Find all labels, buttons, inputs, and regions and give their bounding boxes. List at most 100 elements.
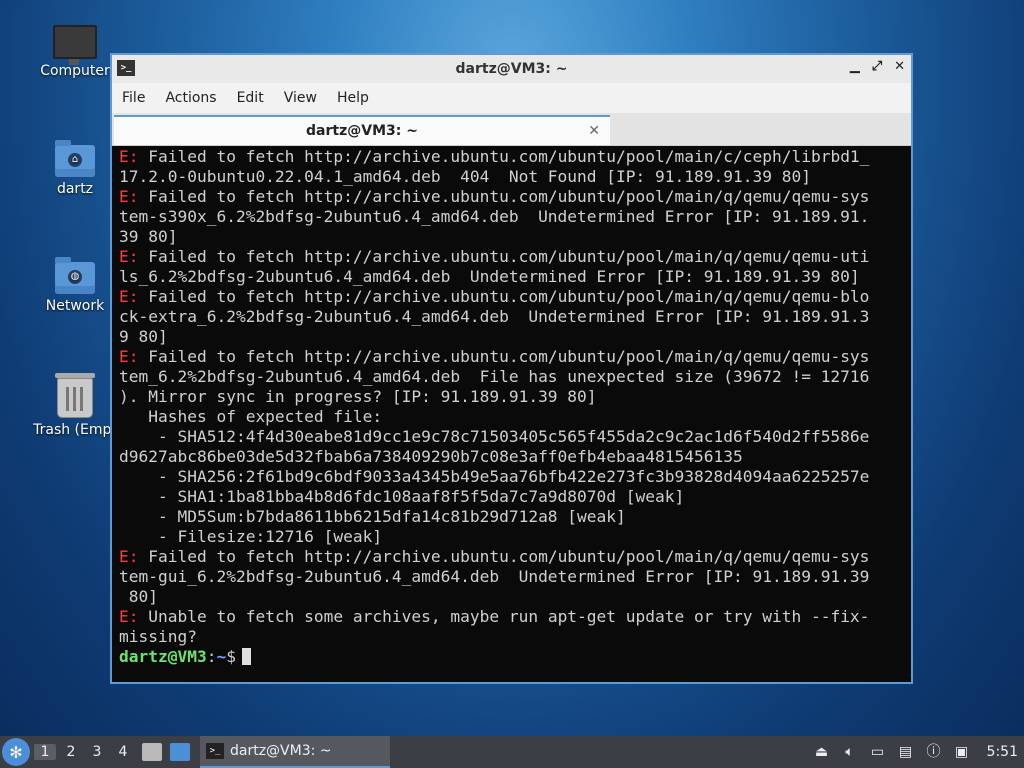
display-icon[interactable]: ▣ — [953, 743, 971, 761]
terminal-line: tem-s390x_6.2%2bdfsg-2ubuntu6.4_amd64.de… — [119, 207, 907, 227]
workspace-4[interactable]: 4 — [112, 744, 134, 760]
terminal-line-text: ls_6.2%2bdfsg-2ubuntu6.4_amd64.deb Undet… — [119, 267, 860, 286]
terminal-line: E: Unable to fetch some archives, maybe … — [119, 607, 907, 627]
text-cursor — [241, 648, 251, 665]
window-title: dartz@VM3: ~ — [455, 61, 568, 77]
terminal-line: - SHA512:4f4d30eabe81d9cc1e9c78c71503405… — [119, 427, 907, 447]
system-tray: ⏏ 🔈︎ ▭ ▤ ⓘ ▣ 5:51 — [813, 736, 1018, 768]
terminal-line-text: - SHA512:4f4d30eabe81d9cc1e9c78c71503405… — [119, 427, 870, 446]
home-folder-icon: ⌂ — [55, 140, 95, 177]
terminal-line-text: - Filesize:12716 [weak] — [119, 527, 383, 546]
terminal-line-text: tem-gui_6.2%2bdfsg-2ubuntu6.4_amd64.deb … — [119, 567, 870, 586]
terminal-line: E: Failed to fetch http://archive.ubuntu… — [119, 147, 907, 167]
tab-close-icon[interactable]: ✕ — [588, 123, 600, 139]
terminal-line: 80] — [119, 587, 907, 607]
terminal-line-text: ). Mirror sync in progress? [IP: 91.189.… — [119, 387, 597, 406]
terminal-line: E: Failed to fetch http://archive.ubuntu… — [119, 187, 907, 207]
workspace-3[interactable]: 3 — [86, 744, 108, 760]
computer-icon — [53, 25, 97, 65]
terminal-line-text: - MD5Sum:b7bda8611bb6215dfa14c81b29d712a… — [119, 507, 626, 526]
workspace-1[interactable]: 1 — [34, 744, 56, 760]
workspace-2[interactable]: 2 — [60, 744, 82, 760]
terminal-app-icon[interactable]: >_ — [117, 60, 135, 76]
clipboard-icon[interactable]: ▤ — [897, 743, 915, 761]
menu-actions[interactable]: Actions — [165, 90, 216, 106]
terminal-line: Hashes of expected file: — [119, 407, 907, 427]
menu-bar: File Actions Edit View Help — [112, 83, 911, 113]
network-folder-icon: ◍ — [55, 257, 95, 294]
error-prefix: E: — [119, 607, 139, 626]
network-icon[interactable]: ▭ — [869, 743, 887, 761]
show-desktop-icon[interactable] — [170, 743, 190, 761]
menu-file[interactable]: File — [122, 90, 145, 106]
terminal-line-text: - SHA256:2f61bd9c6bdf9033a4345b49e5aa76b… — [119, 467, 870, 486]
terminal-line: ck-extra_6.2%2bdfsg-2ubuntu6.4_amd64.deb… — [119, 307, 907, 327]
minimize-icon[interactable]: ▁ — [850, 59, 860, 74]
terminal-line: 9 80] — [119, 327, 907, 347]
maximize-icon[interactable]: ⤢ — [872, 59, 882, 74]
terminal-line: ls_6.2%2bdfsg-2ubuntu6.4_amd64.deb Undet… — [119, 267, 907, 287]
terminal-line: 39 80] — [119, 227, 907, 247]
menu-view[interactable]: View — [284, 90, 317, 106]
trash-icon — [55, 373, 95, 418]
prompt-symbol: $ — [226, 647, 236, 666]
terminal-output[interactable]: E: Failed to fetch http://archive.ubuntu… — [115, 147, 911, 682]
tab-terminal[interactable]: dartz@VM3: ~ ✕ — [114, 115, 610, 145]
terminal-line: - MD5Sum:b7bda8611bb6215dfa14c81b29d712a… — [119, 507, 907, 527]
terminal-line: - SHA256:2f61bd9c6bdf9033a4345b49e5aa76b… — [119, 467, 907, 487]
terminal-line-text: Failed to fetch http://archive.ubuntu.co… — [138, 247, 870, 266]
terminal-line: 17.2.0-0ubuntu0.22.04.1_amd64.deb 404 No… — [119, 167, 907, 187]
menu-edit[interactable]: Edit — [237, 90, 264, 106]
taskbar: ✻ 1 2 3 4 >_ dartz@VM3: ~ ⏏ 🔈︎ ▭ ▤ ⓘ ▣ 5… — [0, 736, 1024, 768]
taskbar-item-terminal[interactable]: >_ dartz@VM3: ~ — [200, 736, 390, 768]
error-prefix: E: — [119, 347, 139, 366]
terminal-line: d9627abc86be03de5d32fbab6a738409290b7c08… — [119, 447, 907, 467]
tab-title: dartz@VM3: ~ — [306, 123, 418, 139]
error-prefix: E: — [119, 187, 139, 206]
terminal-line-text: - SHA1:1ba81bba4b8d6fdc108aaf8f5f5da7c7a… — [119, 487, 685, 506]
terminal-line: E: Failed to fetch http://archive.ubuntu… — [119, 247, 907, 267]
terminal-line: E: Failed to fetch http://archive.ubuntu… — [119, 287, 907, 307]
terminal-line-text: d9627abc86be03de5d32fbab6a738409290b7c08… — [119, 447, 743, 466]
terminal-line-text: 17.2.0-0ubuntu0.22.04.1_amd64.deb 404 No… — [119, 167, 811, 186]
menu-help[interactable]: Help — [337, 90, 369, 106]
tab-bar: dartz@VM3: ~ ✕ — [112, 113, 911, 146]
volume-icon[interactable]: 🔈︎ — [841, 743, 859, 761]
terminal-line-text: Failed to fetch http://archive.ubuntu.co… — [138, 287, 870, 306]
error-prefix: E: — [119, 287, 139, 306]
terminal-line-text: 80] — [119, 587, 158, 606]
terminal-line: tem_6.2%2bdfsg-2ubuntu6.4_amd64.deb File… — [119, 367, 907, 387]
terminal-line-text: missing? — [119, 627, 197, 646]
terminal-line-text: Failed to fetch http://archive.ubuntu.co… — [138, 547, 870, 566]
prompt-separator: : — [206, 647, 217, 666]
terminal-line: E: Failed to fetch http://archive.ubuntu… — [119, 547, 907, 567]
terminal-line-text: 39 80] — [119, 227, 178, 246]
shell-prompt[interactable]: dartz@VM3:~$ — [119, 647, 907, 667]
taskbar-item-label: dartz@VM3: ~ — [230, 743, 332, 759]
terminal-line: tem-gui_6.2%2bdfsg-2ubuntu6.4_amd64.deb … — [119, 567, 907, 587]
eject-icon[interactable]: ⏏ — [813, 743, 831, 761]
terminal-line-text: 9 80] — [119, 327, 168, 346]
start-menu-icon[interactable]: ✻ — [2, 738, 30, 766]
terminal-line-text: Failed to fetch http://archive.ubuntu.co… — [138, 147, 870, 166]
notification-icon[interactable]: ⓘ — [925, 743, 943, 761]
close-icon[interactable]: ✕ — [894, 59, 905, 74]
title-bar[interactable]: >_ dartz@VM3: ~ ▁ ⤢ ✕ — [112, 55, 911, 83]
prompt-path: ~ — [216, 647, 227, 666]
file-manager-icon[interactable] — [142, 743, 162, 761]
terminal-line: ). Mirror sync in progress? [IP: 91.189.… — [119, 387, 907, 407]
terminal-icon: >_ — [206, 743, 224, 759]
terminal-line: missing? — [119, 627, 907, 647]
terminal-line: - Filesize:12716 [weak] — [119, 527, 907, 547]
error-prefix: E: — [119, 147, 139, 166]
terminal-line-text: Failed to fetch http://archive.ubuntu.co… — [138, 347, 870, 366]
terminal-line-text: Failed to fetch http://archive.ubuntu.co… — [138, 187, 870, 206]
terminal-window[interactable]: >_ dartz@VM3: ~ ▁ ⤢ ✕ File Actions Edit … — [110, 53, 913, 684]
error-prefix: E: — [119, 547, 139, 566]
clock[interactable]: 5:51 — [987, 744, 1018, 760]
terminal-line: - SHA1:1ba81bba4b8d6fdc108aaf8f5f5da7c7a… — [119, 487, 907, 507]
terminal-line-text: Hashes of expected file: — [119, 407, 383, 426]
terminal-line: E: Failed to fetch http://archive.ubuntu… — [119, 347, 907, 367]
terminal-line-text: tem-s390x_6.2%2bdfsg-2ubuntu6.4_amd64.de… — [119, 207, 870, 226]
error-prefix: E: — [119, 247, 139, 266]
